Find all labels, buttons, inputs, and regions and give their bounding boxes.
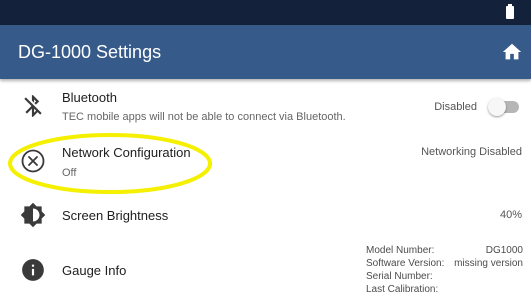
- toggle-thumb: [488, 98, 506, 116]
- network-subtitle: Off: [62, 167, 77, 179]
- battery-icon: [506, 4, 514, 19]
- model-number-label: Model Number:: [366, 245, 435, 256]
- brightness-value: 40%: [499, 209, 522, 221]
- network-status: Networking Disabled: [421, 146, 522, 158]
- setting-screen-brightness[interactable]: Screen Brightness 40%: [0, 193, 531, 237]
- setting-bluetooth[interactable]: Bluetooth TEC mobile apps will not be ab…: [0, 79, 531, 132]
- last-calibration-line: Last Calibration:: [366, 283, 523, 296]
- bluetooth-toggle[interactable]: [488, 98, 522, 116]
- serial-number-label: Serial Number:: [366, 271, 433, 282]
- setting-network-configuration[interactable]: Network Configuration Off Networking Dis…: [0, 132, 531, 193]
- bluetooth-status: Disabled: [434, 101, 477, 113]
- page-title: DG-1000 Settings: [18, 42, 162, 62]
- software-version-value: missing version: [454, 258, 523, 269]
- bluetooth-subtitle: TEC mobile apps will not be able to conn…: [62, 111, 346, 123]
- gauge-info-details: Model Number: DG1000 Software Version: m…: [366, 244, 523, 296]
- model-number-line: Model Number: DG1000: [366, 244, 523, 257]
- software-version-line: Software Version: missing version: [366, 257, 523, 270]
- software-version-label: Software Version:: [366, 258, 445, 269]
- status-bar: [0, 0, 531, 25]
- bluetooth-disabled-icon: [24, 95, 42, 117]
- app-bar: DG-1000 Settings: [0, 25, 531, 79]
- model-number-value: DG1000: [485, 245, 523, 256]
- bluetooth-title: Bluetooth: [62, 90, 117, 105]
- brightness-icon: [20, 202, 46, 228]
- serial-number-line: Serial Number:: [366, 270, 523, 283]
- network-title: Network Configuration: [62, 145, 191, 160]
- brightness-title: Screen Brightness: [62, 208, 169, 223]
- gauge-info-title: Gauge Info: [62, 263, 127, 278]
- last-calibration-label: Last Calibration:: [366, 284, 439, 295]
- close-circle-icon: [21, 149, 45, 173]
- info-icon: [22, 259, 44, 281]
- home-button[interactable]: [501, 41, 523, 63]
- home-icon: [502, 43, 522, 60]
